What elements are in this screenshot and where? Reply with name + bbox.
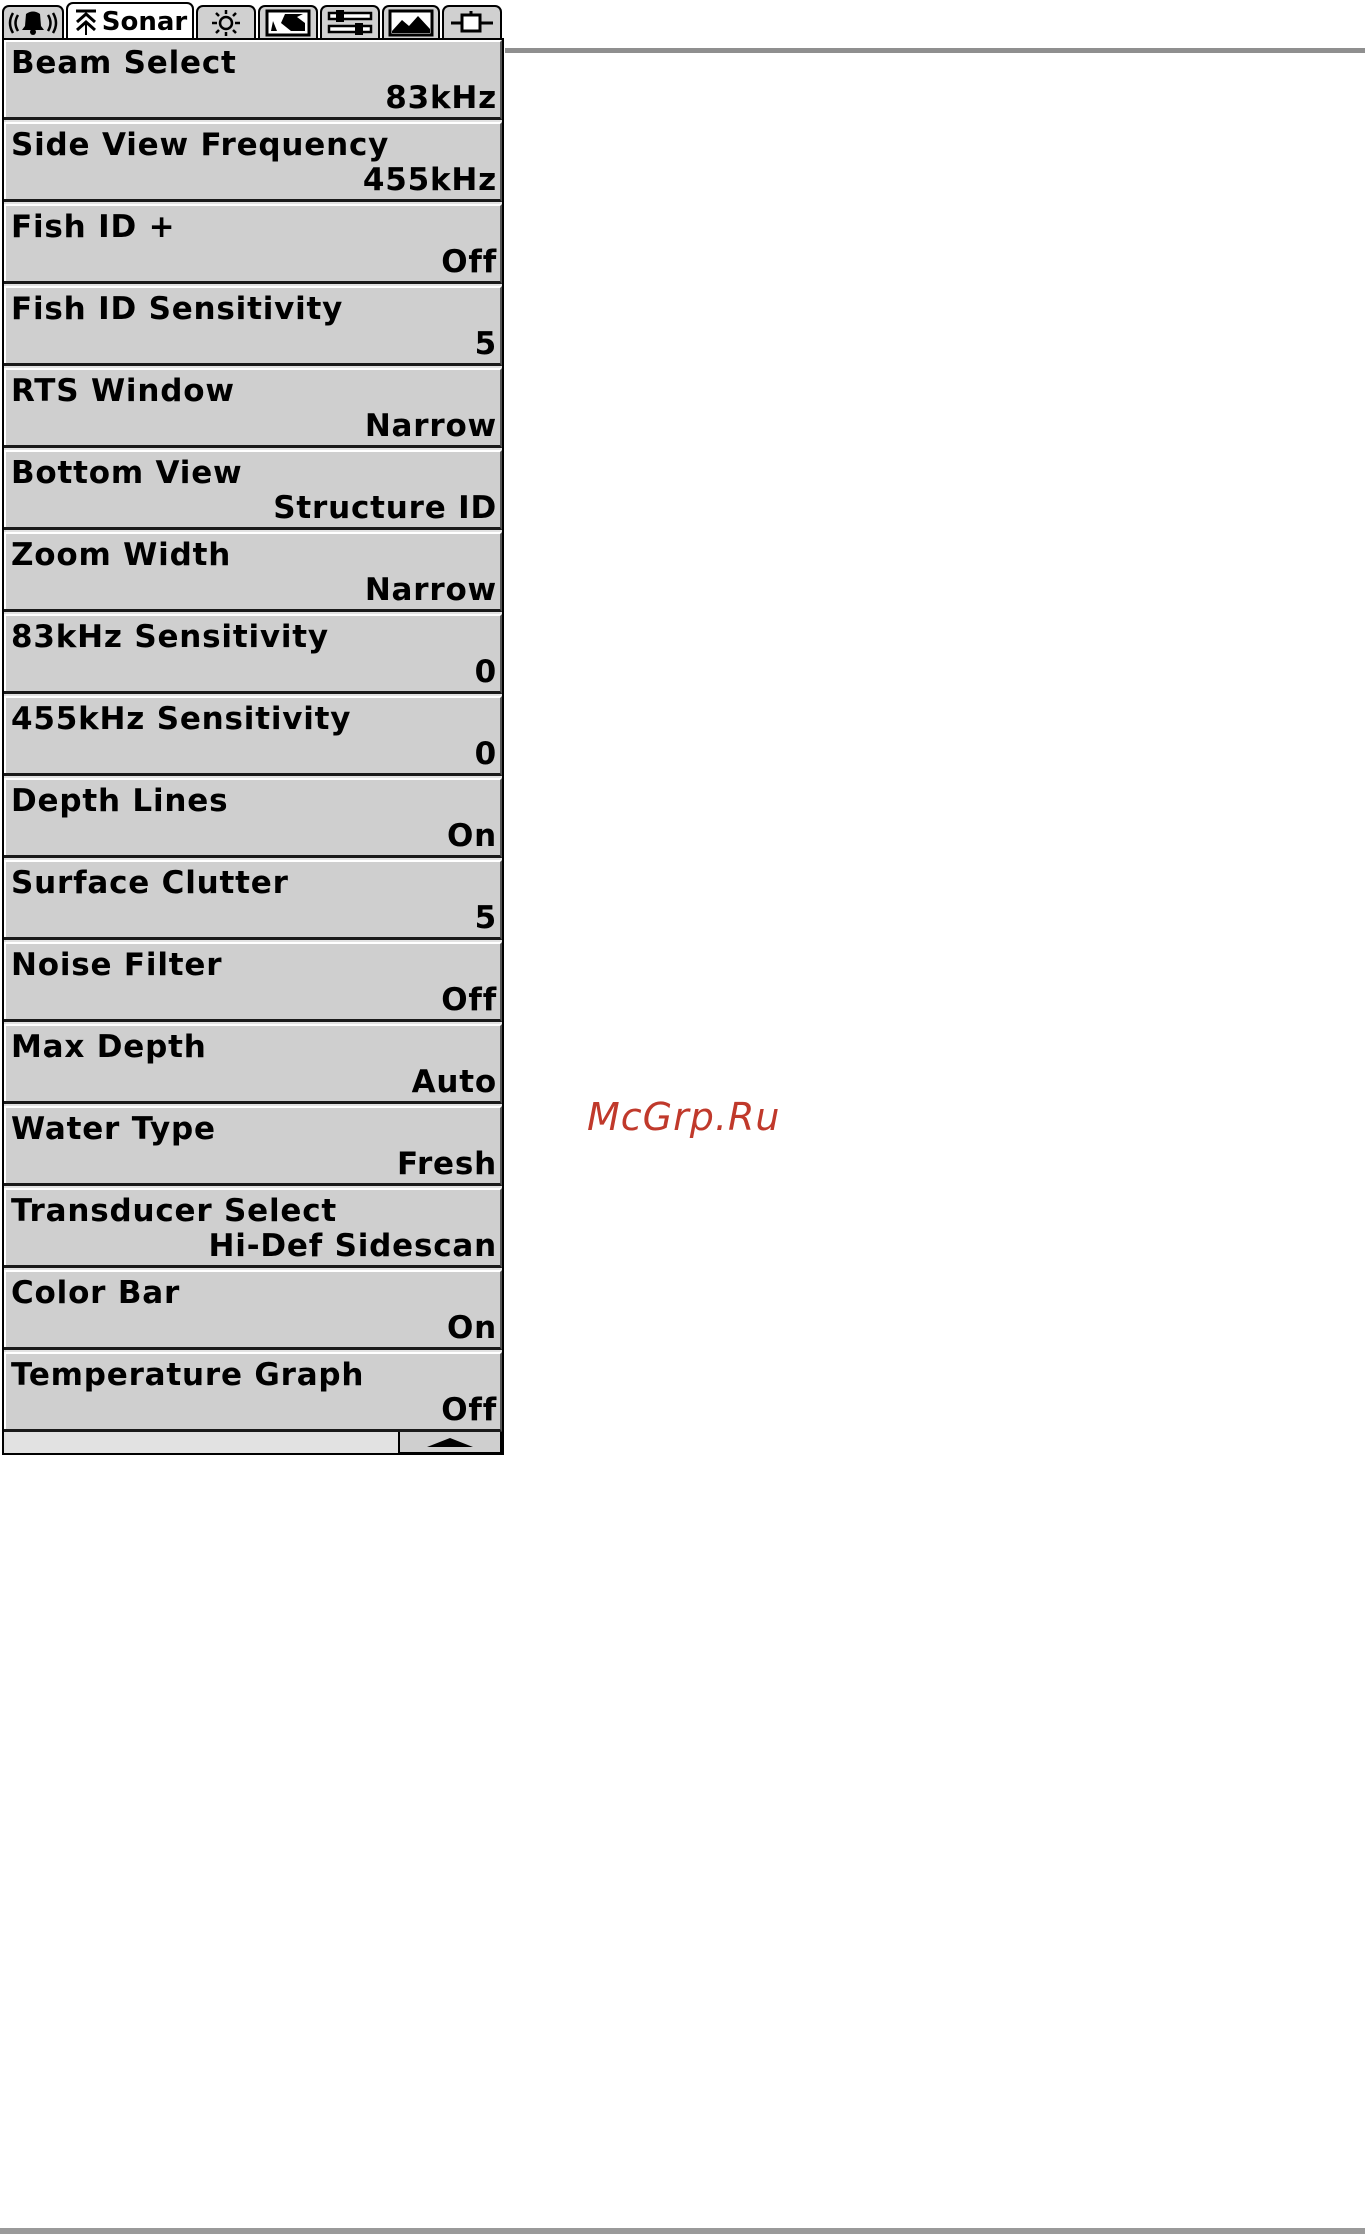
menu-item-label: Side View Frequency bbox=[11, 127, 390, 163]
header-rule bbox=[505, 48, 1365, 53]
footer-rule bbox=[0, 2228, 1365, 2234]
scroll-up-arrow-icon bbox=[427, 1438, 473, 1447]
menu-item-label: Temperature Graph bbox=[11, 1357, 365, 1393]
sonar-icon bbox=[75, 9, 96, 35]
alarm-bell-icon bbox=[8, 11, 58, 35]
menu-item-value: Narrow bbox=[364, 408, 497, 444]
menu-item-value: Structure ID bbox=[273, 490, 497, 526]
tab-views[interactable] bbox=[382, 5, 440, 38]
menu-item-bottom-view[interactable]: Bottom View Structure ID bbox=[4, 450, 502, 530]
menu-item-value: On bbox=[446, 1310, 497, 1346]
menu-item-label: Beam Select bbox=[11, 45, 237, 81]
menu-item-label: Fish ID Sensitivity bbox=[11, 291, 344, 327]
menu-item-label: Water Type bbox=[11, 1111, 216, 1147]
menu-item-label: Noise Filter bbox=[11, 947, 223, 983]
menu-item-455khz-sensitivity[interactable]: 455kHz Sensitivity 0 bbox=[4, 696, 502, 776]
menu-item-beam-select[interactable]: Beam Select 83kHz bbox=[4, 40, 502, 120]
menu-item-zoom-width[interactable]: Zoom Width Narrow bbox=[4, 532, 502, 612]
menu-item-fish-id-plus[interactable]: Fish ID + Off bbox=[4, 204, 502, 284]
menu-item-label: Color Bar bbox=[11, 1275, 181, 1311]
tab-sonar-label: Sonar bbox=[101, 7, 188, 37]
tab-sonar[interactable]: Sonar bbox=[66, 2, 194, 40]
menu-item-value: 5 bbox=[474, 326, 497, 362]
menu-item-label: Zoom Width bbox=[11, 537, 232, 573]
tab-setup[interactable] bbox=[320, 5, 380, 38]
menu-item-label: Surface Clutter bbox=[11, 865, 289, 901]
menu-item-value: Auto bbox=[411, 1064, 497, 1100]
menu-item-value: 5 bbox=[474, 900, 497, 936]
menu-item-83khz-sensitivity[interactable]: 83kHz Sensitivity 0 bbox=[4, 614, 502, 694]
menu-item-label: Max Depth bbox=[11, 1029, 207, 1065]
tab-accessories[interactable] bbox=[442, 5, 502, 38]
menu-item-transducer-select[interactable]: Transducer Select Hi-Def Sidescan bbox=[4, 1188, 502, 1268]
sun-settings-icon bbox=[212, 9, 240, 36]
menu-item-surface-clutter[interactable]: Surface Clutter 5 bbox=[4, 860, 502, 940]
menu-item-value: Fresh bbox=[396, 1146, 497, 1182]
menu-item-label: Bottom View bbox=[11, 455, 243, 491]
menu-item-color-bar[interactable]: Color Bar On bbox=[4, 1270, 502, 1350]
watermark-text: McGrp.Ru bbox=[587, 1095, 781, 1139]
accessories-plug-icon bbox=[451, 10, 493, 32]
menu-item-value: 0 bbox=[474, 654, 497, 690]
sonar-menu-panel: Beam Select 83kHz Side View Frequency 45… bbox=[2, 38, 504, 1455]
menu-item-value: Narrow bbox=[364, 572, 497, 608]
chart-map-icon bbox=[265, 9, 311, 36]
menu-item-label: Depth Lines bbox=[11, 783, 229, 819]
menu-item-label: RTS Window bbox=[11, 373, 235, 409]
menu-item-noise-filter[interactable]: Noise Filter Off bbox=[4, 942, 502, 1022]
tab-display[interactable] bbox=[196, 5, 256, 38]
menu-item-rts-window[interactable]: RTS Window Narrow bbox=[4, 368, 502, 448]
scroll-up-button[interactable] bbox=[398, 1432, 502, 1454]
menu-item-temperature-graph[interactable]: Temperature Graph Off bbox=[4, 1352, 502, 1432]
menu-item-value: Off bbox=[441, 982, 497, 1018]
menu-item-label: 455kHz Sensitivity bbox=[11, 701, 352, 737]
menu-item-label: 83kHz Sensitivity bbox=[11, 619, 329, 655]
views-picture-icon bbox=[388, 9, 434, 36]
menu-item-side-view-frequency[interactable]: Side View Frequency 455kHz bbox=[4, 122, 502, 202]
menu-item-value: Off bbox=[441, 244, 497, 280]
menu-item-max-depth[interactable]: Max Depth Auto bbox=[4, 1024, 502, 1104]
menu-item-value: 455kHz bbox=[362, 162, 497, 198]
menu-item-value: 0 bbox=[474, 736, 497, 772]
menu-item-fish-id-sensitivity[interactable]: Fish ID Sensitivity 5 bbox=[4, 286, 502, 366]
menu-item-label: Transducer Select bbox=[11, 1193, 338, 1229]
menu-item-value: On bbox=[446, 818, 497, 854]
menu-item-value: Off bbox=[441, 1392, 497, 1428]
menu-item-depth-lines[interactable]: Depth Lines On bbox=[4, 778, 502, 858]
menu-item-value: Hi-Def Sidescan bbox=[208, 1228, 497, 1264]
setup-sliders-icon bbox=[327, 9, 373, 35]
menu-item-label: Fish ID + bbox=[11, 209, 176, 245]
menu-tab-strip: Sonar bbox=[2, 2, 502, 40]
menu-item-water-type[interactable]: Water Type Fresh bbox=[4, 1106, 502, 1186]
menu-item-value: 83kHz bbox=[385, 80, 497, 116]
tab-alarms[interactable] bbox=[2, 5, 64, 38]
tab-chart[interactable] bbox=[258, 5, 318, 38]
